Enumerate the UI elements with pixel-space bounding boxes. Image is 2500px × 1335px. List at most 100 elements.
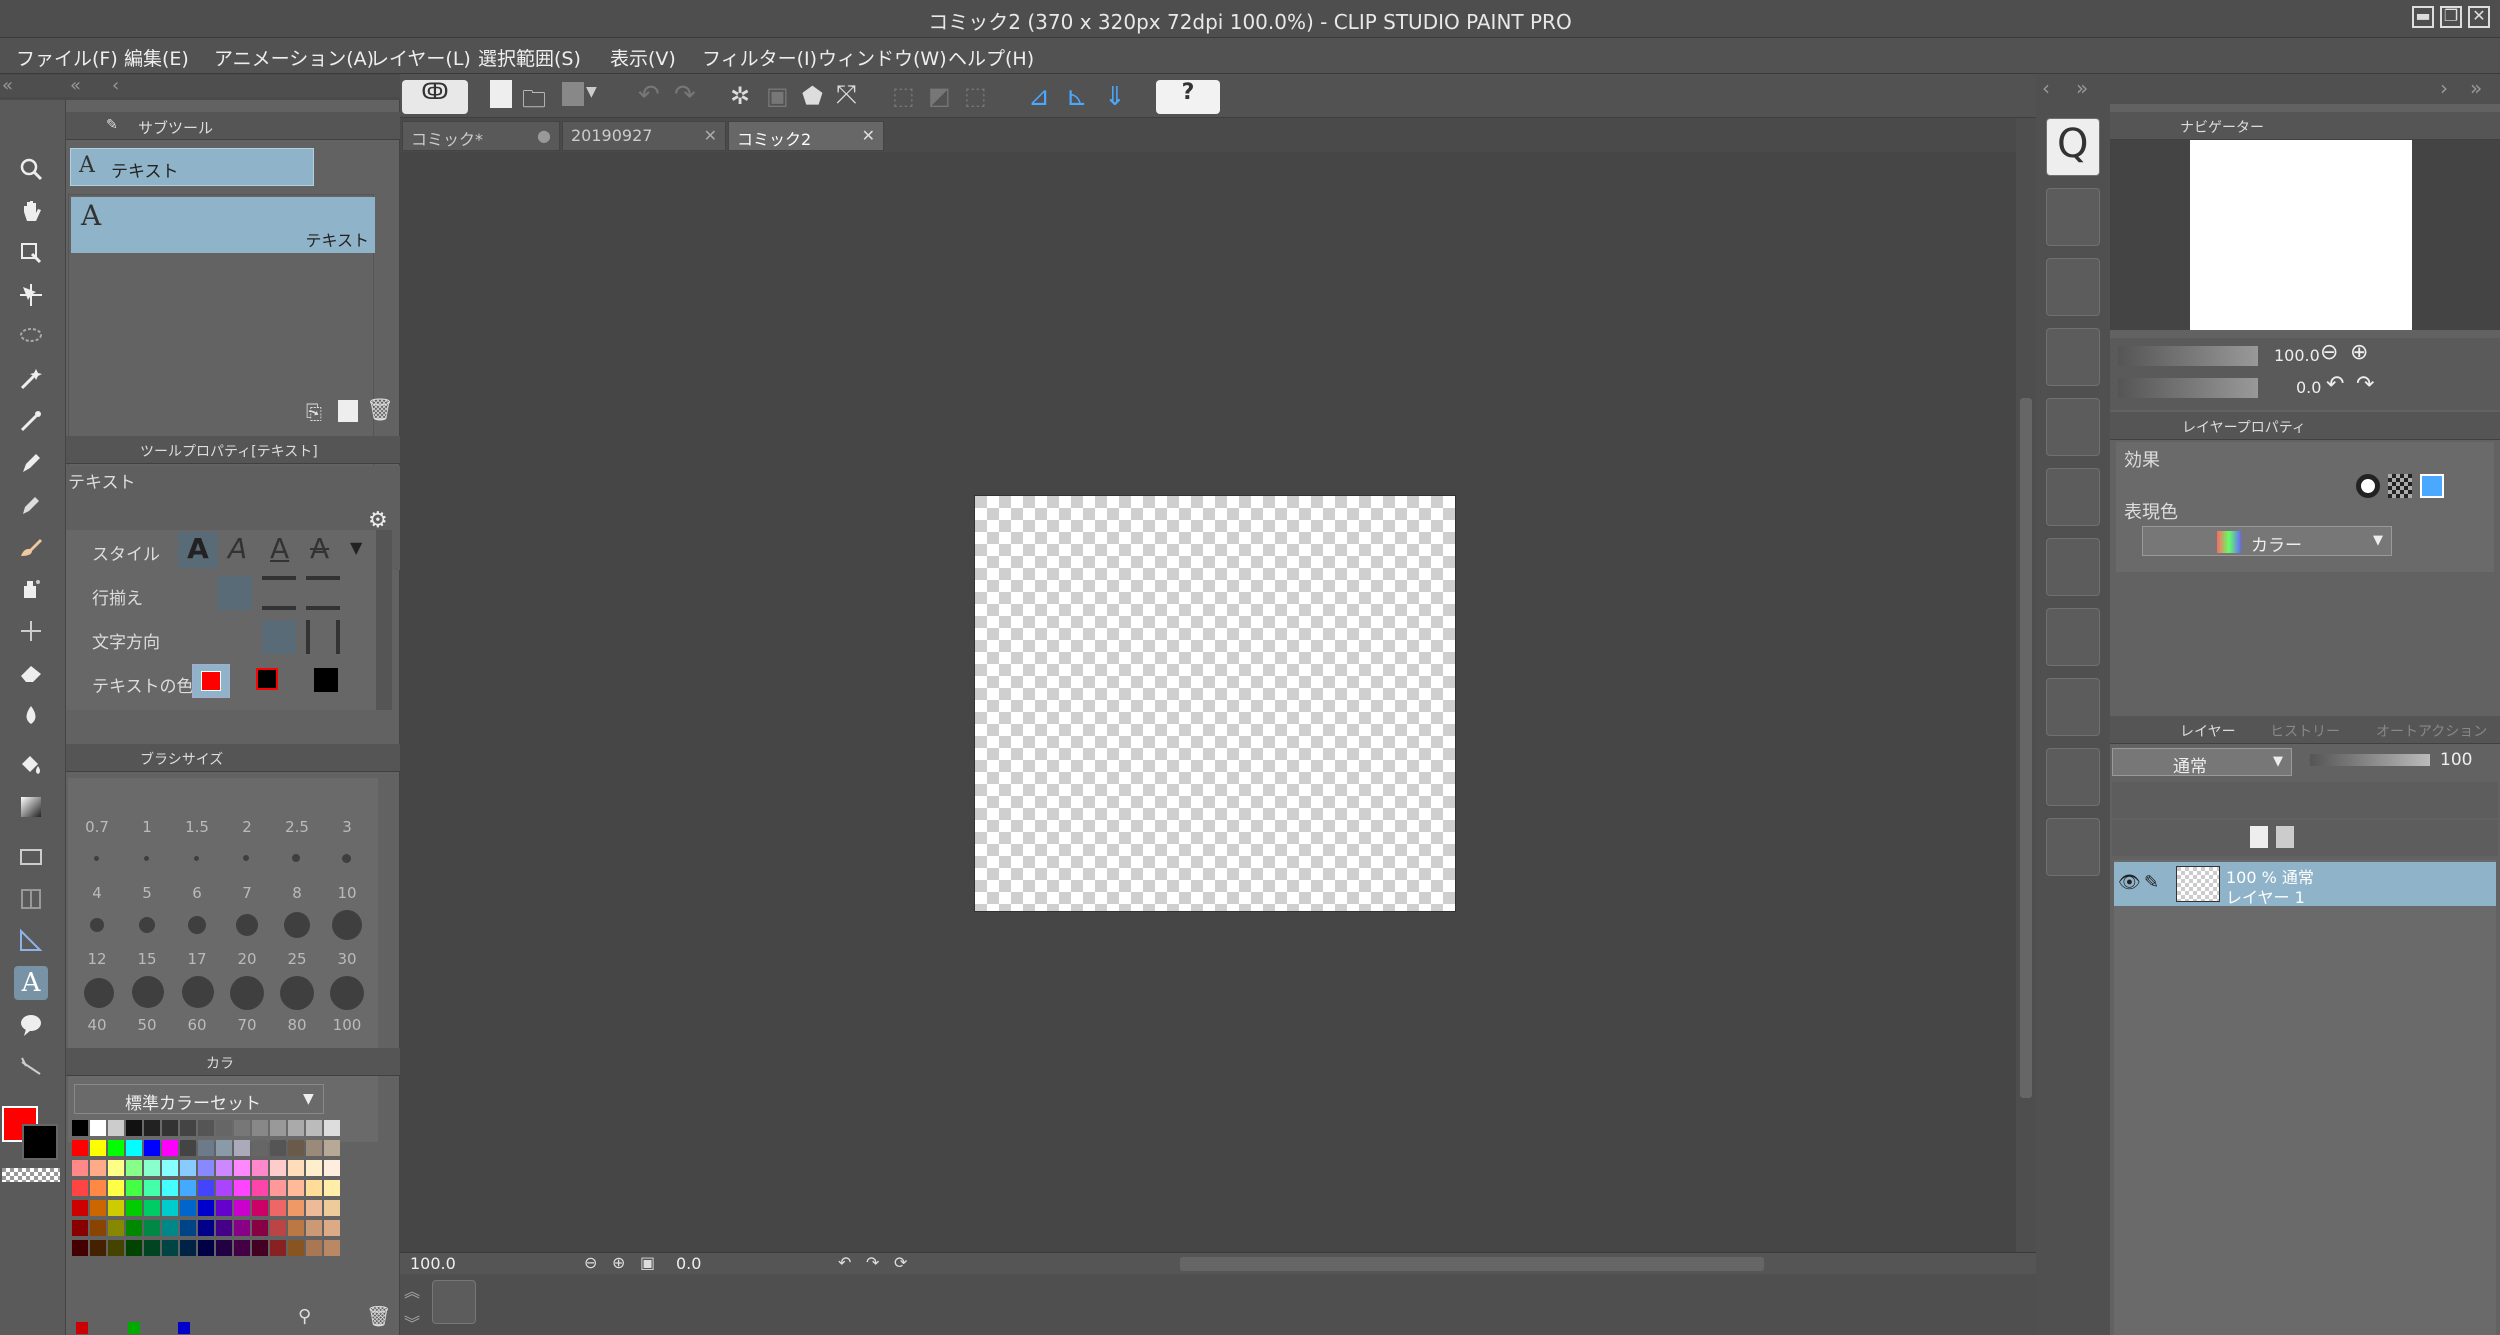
correct-line-icon[interactable] (14, 1050, 48, 1084)
decoration-tool-icon[interactable] (14, 614, 48, 648)
opacity-value[interactable]: 100 (2440, 750, 2472, 770)
menu-window[interactable]: ウィンドウ(W) (818, 44, 947, 71)
color-swatch[interactable] (198, 1180, 214, 1196)
color-swatch[interactable] (144, 1220, 160, 1236)
color-swatch[interactable] (288, 1220, 304, 1236)
rotation-slider[interactable] (2118, 378, 2258, 398)
color-swatch[interactable] (324, 1120, 340, 1136)
text-color-main-button[interactable] (192, 664, 230, 698)
color-swatch[interactable] (216, 1160, 232, 1176)
auto-action-tab[interactable]: オートアクション (2376, 721, 2487, 741)
brush-size-item[interactable]: 8 (272, 884, 322, 902)
color-swatch[interactable] (288, 1140, 304, 1156)
close-tab-icon[interactable]: ✕ (704, 126, 717, 145)
color-swatch[interactable] (234, 1240, 250, 1256)
brush-size-item[interactable]: 20 (222, 950, 272, 968)
chevron-right-icon[interactable]: › (2440, 76, 2448, 100)
snap-ruler-icon[interactable]: ⊿ (1028, 82, 1050, 112)
color-swatch[interactable] (324, 1240, 340, 1256)
hand-tool-icon[interactable] (14, 194, 48, 228)
transform-icon[interactable]: ⤧ (836, 80, 857, 111)
menu-filter[interactable]: フィルター(I) (702, 44, 817, 71)
pen-tool-icon[interactable] (14, 446, 48, 480)
text-color-user-button[interactable] (314, 668, 338, 692)
brush-size-item[interactable]: 1.5 (172, 818, 222, 836)
color-swatch[interactable] (252, 1140, 268, 1156)
tab-comic2[interactable]: コミック2 ✕ (728, 121, 884, 151)
color-swatch[interactable] (90, 1140, 106, 1156)
color-swatch[interactable] (270, 1180, 286, 1196)
color-swatch[interactable] (198, 1160, 214, 1176)
brush-size-item[interactable]: 17 (172, 950, 222, 968)
bold-style-icon[interactable]: A (178, 532, 218, 568)
transparent-color-swatch[interactable] (2, 1168, 60, 1182)
color-swatch[interactable] (144, 1200, 160, 1216)
angle-value[interactable]: 0.0 (676, 1254, 701, 1273)
color-swatch[interactable] (162, 1200, 178, 1216)
color-swatch[interactable] (72, 1240, 88, 1256)
rotate-right-icon[interactable]: ↷ (866, 1253, 879, 1272)
material-effect-icon[interactable] (2046, 538, 2100, 596)
help-button[interactable]: ? (1156, 80, 1220, 114)
color-history-blue[interactable] (178, 1322, 190, 1334)
blend-tool-icon[interactable] (14, 698, 48, 732)
menu-selection[interactable]: 選択範囲(S) (478, 44, 581, 71)
color-swatch[interactable] (324, 1160, 340, 1176)
color-swatch[interactable] (216, 1240, 232, 1256)
color-swatch[interactable] (126, 1240, 142, 1256)
brush-tool-icon[interactable] (14, 530, 48, 564)
navigator-zoom-in-icon[interactable]: ⊕ (2350, 340, 2368, 365)
zoom-in-icon[interactable]: ⊕ (612, 1253, 625, 1272)
color-swatch[interactable] (234, 1180, 250, 1196)
close-tab-icon[interactable]: ✕ (862, 126, 875, 145)
border-effect-icon[interactable] (2356, 474, 2380, 498)
brush-edit-icon[interactable]: ✎ (2144, 872, 2159, 893)
color-swatch[interactable] (216, 1220, 232, 1236)
new-vector-layer-icon[interactable] (2276, 826, 2294, 848)
layer-color-icon[interactable] (2420, 474, 2444, 498)
brush-size-item[interactable]: 12 (72, 950, 122, 968)
color-swatch[interactable] (180, 1140, 196, 1156)
vertical-scrollbar[interactable] (2016, 118, 2036, 1254)
collapse-left-icon-2[interactable]: « (70, 75, 81, 96)
color-swatch[interactable] (252, 1120, 268, 1136)
fill-selection-icon[interactable]: ▣ (766, 82, 789, 110)
brush-size-item[interactable]: 10 (322, 884, 372, 902)
color-swatch[interactable] (180, 1200, 196, 1216)
color-swatch[interactable] (234, 1200, 250, 1216)
color-swatch[interactable] (144, 1120, 160, 1136)
navigator-angle-value[interactable]: 0.0 (2296, 378, 2321, 397)
color-swatch[interactable] (162, 1160, 178, 1176)
horizontal-text-icon[interactable] (262, 620, 296, 654)
color-swatch[interactable] (90, 1200, 106, 1216)
color-set-dropdown[interactable]: 標準カラーセット ▼ (74, 1084, 324, 1114)
sub-color-swatch[interactable] (22, 1124, 58, 1160)
material-tone-icon[interactable] (2046, 678, 2100, 736)
brush-size-item[interactable]: 40 (72, 1016, 122, 1034)
color-swatch[interactable] (72, 1220, 88, 1236)
frame-border-icon[interactable] (14, 882, 48, 916)
expression-color-dropdown[interactable]: カラー ▼ (2142, 526, 2392, 556)
navigator-zoom-value[interactable]: 100.0 (2274, 346, 2320, 365)
underline-style-icon[interactable]: A (270, 532, 289, 565)
eyedropper-icon[interactable] (14, 404, 48, 438)
color-swatch[interactable] (144, 1140, 160, 1156)
brush-size-item[interactable]: 1 (122, 818, 172, 836)
magic-wand-icon[interactable] (14, 362, 48, 396)
reset-rotation-icon[interactable]: ⟳ (894, 1253, 907, 1272)
color-swatch[interactable] (144, 1160, 160, 1176)
text-color-sub-button[interactable] (256, 668, 278, 690)
zoom-value[interactable]: 100.0 (410, 1254, 456, 1273)
color-swatch[interactable] (252, 1240, 268, 1256)
color-swatch[interactable] (180, 1180, 196, 1196)
save-dropdown-icon[interactable]: ▼ (586, 84, 597, 100)
zoom-out-icon[interactable]: ⊖ (584, 1253, 597, 1272)
color-swatch[interactable] (288, 1180, 304, 1196)
strike-style-icon[interactable]: A (310, 532, 329, 565)
material-pose-icon[interactable] (2046, 818, 2100, 876)
layer-tab[interactable]: レイヤー (2180, 721, 2236, 741)
brush-size-item[interactable]: 30 (322, 950, 372, 968)
menu-edit[interactable]: 編集(E) (124, 44, 189, 71)
color-swatch[interactable] (306, 1240, 322, 1256)
color-swatch[interactable] (108, 1240, 124, 1256)
